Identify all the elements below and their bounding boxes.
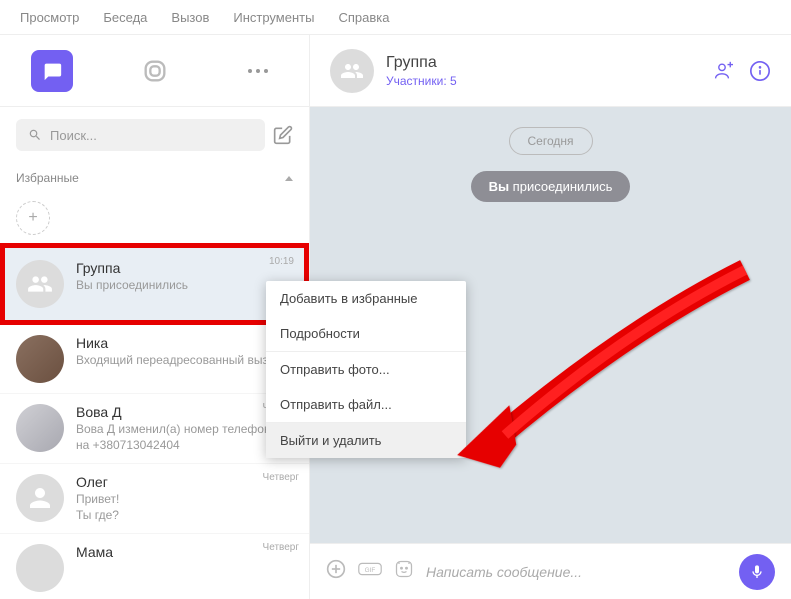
svg-text:GIF: GIF <box>365 567 376 574</box>
chat-item[interactable]: Мама Четверг <box>0 534 309 599</box>
menu-chat[interactable]: Беседа <box>103 10 147 25</box>
mic-button[interactable] <box>739 554 775 590</box>
chat-time: Четверг <box>263 472 299 483</box>
menu-send-file[interactable]: Отправить файл... <box>266 387 466 422</box>
gif-icon[interactable]: GIF <box>358 561 382 582</box>
conversation-subtitle[interactable]: Участники: 5 <box>386 74 699 88</box>
sticker-icon[interactable] <box>394 559 414 584</box>
conversation-title: Группа <box>386 54 699 72</box>
chat-item[interactable]: Вова Д Вова Д изменил(а) номер телефона … <box>0 394 309 464</box>
menu-add-favorites[interactable]: Добавить в избранные <box>266 281 466 316</box>
chat-name: Олег <box>76 474 293 490</box>
menu-tools[interactable]: Инструменты <box>233 10 314 25</box>
avatar <box>16 544 64 592</box>
chat-name: Ника <box>76 335 293 351</box>
search-input[interactable]: Поиск... <box>16 119 265 151</box>
chat-name: Вова Д <box>76 404 293 420</box>
chat-preview: Привет! Ты где? <box>76 492 293 523</box>
chat-time: 10:19 <box>269 256 294 267</box>
search-placeholder: Поиск... <box>50 128 97 143</box>
chat-preview: Входящий переадресованный вызов <box>76 353 293 369</box>
chat-name: Группа <box>76 260 293 276</box>
plus-icon[interactable] <box>326 559 346 584</box>
chat-time: Четверг <box>263 542 299 553</box>
add-favorite-button[interactable]: + <box>16 201 50 235</box>
menu-send-photo[interactable]: Отправить фото... <box>266 352 466 387</box>
tab-more[interactable] <box>206 35 309 106</box>
tab-public[interactable] <box>103 35 206 106</box>
chat-preview: Вы присоединились <box>76 278 293 294</box>
date-badge: Сегодня <box>509 127 593 155</box>
compose-bar: GIF Написать сообщение... <box>310 543 791 599</box>
favorites-header[interactable]: Избранные <box>0 163 309 193</box>
avatar <box>16 404 64 452</box>
menu-help[interactable]: Справка <box>338 10 389 25</box>
search-icon <box>28 128 42 142</box>
chats-icon <box>31 50 73 92</box>
menu-details[interactable]: Подробности <box>266 316 466 351</box>
joined-badge: Вы присоединились <box>471 171 631 202</box>
chevron-up-icon <box>285 176 293 181</box>
conversation-header: Группа Участники: 5 <box>310 35 791 107</box>
group-avatar-icon <box>330 49 374 93</box>
info-icon[interactable] <box>749 60 771 82</box>
message-input[interactable]: Написать сообщение... <box>426 564 727 580</box>
public-icon <box>134 50 176 92</box>
chat-name: Мама <box>76 544 293 560</box>
favorites-label: Избранные <box>16 171 79 185</box>
add-person-icon[interactable] <box>711 60 733 82</box>
compose-icon[interactable] <box>273 125 293 145</box>
chat-item[interactable]: Олег Привет! Ты где? Четверг <box>0 464 309 534</box>
menu-call[interactable]: Вызов <box>171 10 209 25</box>
more-icon <box>248 69 268 73</box>
avatar <box>16 335 64 383</box>
sidebar: Поиск... Избранные + Группа Вы присоедин… <box>0 35 310 599</box>
chat-preview: Вова Д изменил(а) номер телефона на +380… <box>76 422 293 453</box>
menu-bar: Просмотр Беседа Вызов Инструменты Справк… <box>0 0 791 35</box>
chat-item-group[interactable]: Группа Вы присоединились 10:19 <box>0 243 309 325</box>
tab-chats[interactable] <box>0 35 103 106</box>
menu-view[interactable]: Просмотр <box>20 10 79 25</box>
group-avatar-icon <box>16 260 64 308</box>
chat-item[interactable]: Ника Входящий переадресованный вызов 10:… <box>0 325 309 394</box>
chat-list: Группа Вы присоединились 10:19 Ника Вход… <box>0 243 309 599</box>
avatar <box>16 474 64 522</box>
context-menu: Добавить в избранные Подробности Отправи… <box>266 281 466 458</box>
menu-leave-delete[interactable]: Выйти и удалить <box>266 423 466 458</box>
sidebar-tabs <box>0 35 309 107</box>
